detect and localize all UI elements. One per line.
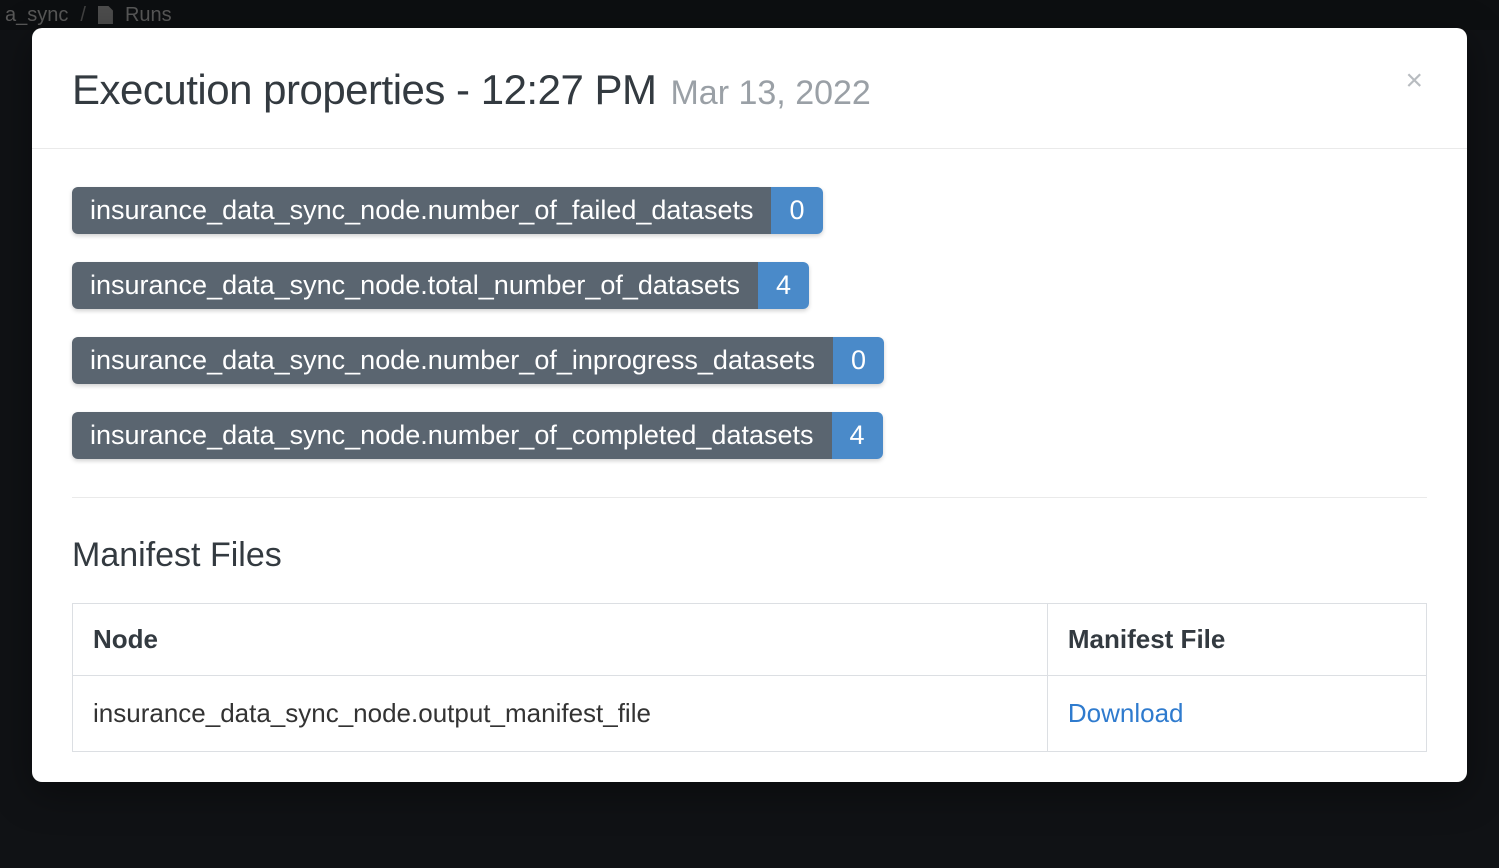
modal-date: Mar 13, 2022 [670, 74, 870, 113]
execution-properties-modal: Execution properties - 12:27 PM Mar 13, … [32, 28, 1467, 782]
property-label: insurance_data_sync_node.number_of_inpro… [72, 337, 833, 384]
property-label: insurance_data_sync_node.number_of_faile… [72, 187, 771, 234]
manifest-file-cell: Download [1047, 676, 1426, 752]
modal-title-wrap: Execution properties - 12:27 PM Mar 13, … [72, 66, 871, 114]
manifest-node-cell: insurance_data_sync_node.output_manifest… [73, 676, 1048, 752]
property-value: 0 [771, 187, 822, 234]
property-label: insurance_data_sync_node.total_number_of… [72, 262, 758, 309]
download-link[interactable]: Download [1068, 698, 1184, 728]
property-list: insurance_data_sync_node.number_of_faile… [72, 187, 1427, 498]
modal-header: Execution properties - 12:27 PM Mar 13, … [32, 28, 1467, 149]
property-badge-completed: insurance_data_sync_node.number_of_compl… [72, 412, 883, 459]
property-badge-failed: insurance_data_sync_node.number_of_faile… [72, 187, 823, 234]
property-badge-total: insurance_data_sync_node.total_number_of… [72, 262, 809, 309]
close-icon[interactable]: × [1401, 62, 1427, 100]
column-header-node: Node [73, 604, 1048, 676]
table-row: insurance_data_sync_node.output_manifest… [73, 676, 1427, 752]
property-badge-inprogress: insurance_data_sync_node.number_of_inpro… [72, 337, 884, 384]
property-value: 4 [758, 262, 809, 309]
column-header-file: Manifest File [1047, 604, 1426, 676]
property-value: 4 [832, 412, 883, 459]
table-header-row: Node Manifest File [73, 604, 1427, 676]
modal-title: Execution properties - 12:27 PM [72, 66, 656, 114]
property-label: insurance_data_sync_node.number_of_compl… [72, 412, 832, 459]
manifest-section-title: Manifest Files [72, 536, 1427, 575]
manifest-table: Node Manifest File insurance_data_sync_n… [72, 603, 1427, 752]
modal-body: insurance_data_sync_node.number_of_faile… [32, 149, 1467, 752]
property-value: 0 [833, 337, 884, 384]
